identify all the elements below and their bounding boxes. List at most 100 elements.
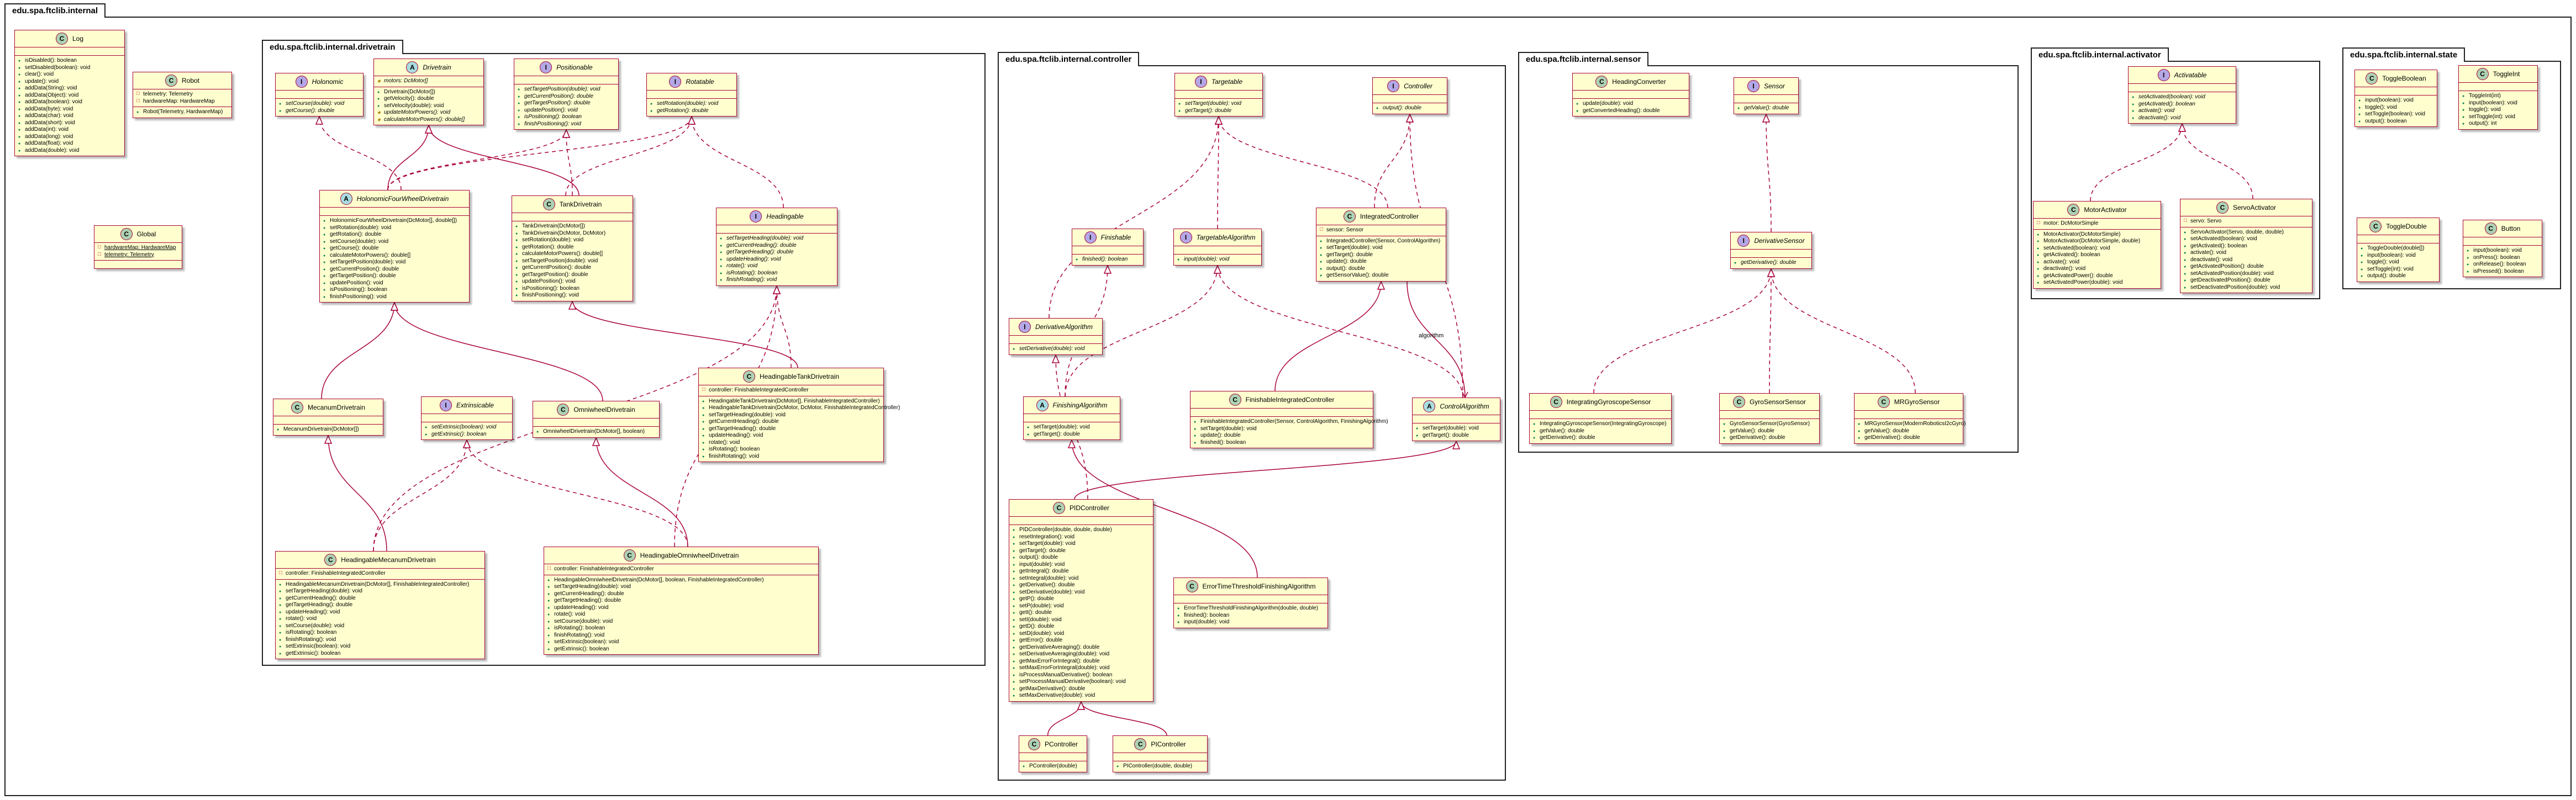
class-motor-activator: C MotorActivator motor: DcMotorSimple Motor… bbox=[2033, 201, 2161, 289]
class-derivative-algorithm: I DerivativeAlgorithm setDerivative(double… bbox=[1009, 318, 1103, 355]
interface-badge-icon: I bbox=[1737, 235, 1750, 247]
methods-section: GyroSensorSensor(GyroSensor)getValue(): … bbox=[1720, 418, 1819, 443]
method: input(double): void bbox=[1013, 561, 1150, 569]
method: output(): double bbox=[1376, 105, 1444, 112]
class-name: MRGyroSensor bbox=[1894, 398, 1940, 406]
method: output(): double bbox=[1320, 266, 1442, 273]
method: updateHeading(): void bbox=[547, 605, 815, 612]
class-badge-icon: C bbox=[2366, 72, 2378, 84]
method: setDerivative(double): void bbox=[1013, 346, 1099, 353]
methods-section: ErrorTimeThresholdFinishingAlgorithm(dou… bbox=[1174, 603, 1327, 628]
class-badge-icon: C bbox=[1186, 580, 1198, 592]
implements-edge bbox=[1219, 116, 1388, 208]
method: TankDrivetrain(DcMotor, DcMotor) bbox=[515, 230, 629, 237]
class-activatable: I Activatable setActivated(boolean): voidg… bbox=[2128, 66, 2236, 124]
field: controller: FinishableIntegratedControll… bbox=[547, 565, 815, 573]
method: rotate(): void bbox=[702, 439, 880, 447]
class-header: C TankDrivetrain bbox=[512, 196, 633, 213]
class-header: I Positionable bbox=[514, 59, 618, 76]
interface-badge-icon: I bbox=[1194, 76, 1207, 88]
field: motor: DcMotorSimple bbox=[2037, 220, 2157, 227]
method: getTarget(): double bbox=[1178, 108, 1259, 115]
class-finishable-integrated-controller: C FinishableIntegratedController Finishabl… bbox=[1190, 391, 1388, 448]
class-header: C HeadingableTankDrivetrain bbox=[699, 368, 883, 385]
method: FinishableIntegratedController(Sensor, C… bbox=[1194, 418, 1388, 426]
implements-edge bbox=[2090, 124, 2182, 202]
method: setToggle(boolean): void bbox=[2358, 111, 2433, 118]
extends-edge bbox=[429, 125, 580, 196]
method: setExtrinsic(boolean): void bbox=[425, 424, 509, 431]
class-name: IntegratedController bbox=[1360, 213, 1419, 220]
methods-section: HeadingableOmniwheelDrivetrain(DcMotor[]… bbox=[544, 574, 818, 655]
extends-edge bbox=[572, 301, 798, 368]
fields-section: hardwareMap: HardwareMaptelemetry: Telem… bbox=[94, 243, 182, 260]
implements-edge bbox=[566, 130, 573, 196]
method: setMaxDerivative(double): void bbox=[1013, 692, 1150, 700]
class-name: Drivetrain bbox=[423, 63, 451, 71]
fields-section bbox=[1734, 95, 1798, 103]
class-badge-icon: C bbox=[623, 549, 636, 561]
class-name: Finishable bbox=[1100, 234, 1131, 241]
class-name: TankDrivetrain bbox=[559, 200, 602, 208]
methods-section: setTargetPosition(double): voidgetCurren… bbox=[514, 84, 618, 129]
class-name: DerivativeAlgorithm bbox=[1035, 323, 1093, 331]
methods-section: setDerivative(double): void bbox=[1009, 343, 1102, 354]
method: getExtrinsic(): boolean bbox=[425, 431, 509, 438]
interface-badge-icon: I bbox=[2157, 69, 2170, 81]
method: output(): double bbox=[2361, 273, 2436, 280]
methods-section: IntegratedController(Sensor, ControlAlgo… bbox=[1316, 235, 1446, 281]
method: setTargetHeading(double): void bbox=[279, 588, 481, 595]
method: getError(): double bbox=[1013, 637, 1150, 644]
class-integrating-gyroscope-sensor: C IntegratingGyroscopeSensor IntegratingGy… bbox=[1529, 393, 1672, 444]
class-badge-icon: C bbox=[2216, 202, 2229, 214]
method: HeadingableMecanumDrivetrain(DcMotor[], … bbox=[279, 581, 481, 589]
method: input(boolean): void bbox=[2361, 252, 2436, 259]
method: finishRotating(): void bbox=[702, 453, 880, 460]
class-name: GyroSensorSensor bbox=[1749, 398, 1806, 406]
method: setActivated(boolean): void bbox=[2037, 245, 2157, 252]
class-badge-icon: C bbox=[1229, 394, 1241, 406]
method: finished(): boolean bbox=[1076, 256, 1140, 263]
methods-section: PController(double) bbox=[1019, 761, 1087, 772]
method: getIntegral(): double bbox=[1013, 568, 1150, 575]
fields-section bbox=[1009, 336, 1102, 343]
method: setTarget(double): void bbox=[1416, 425, 1497, 432]
fields-section bbox=[1573, 91, 1689, 98]
method: setI(double): void bbox=[1013, 617, 1150, 624]
method: updatePosition(): void bbox=[323, 280, 466, 287]
fields-section: sensor: Sensor bbox=[1316, 225, 1446, 236]
method: getSensorValue(): double bbox=[1320, 272, 1442, 279]
method: finishRotating(): void bbox=[720, 277, 834, 284]
method: setRotation(double): void bbox=[515, 237, 629, 244]
method: getTargetHeading(): double bbox=[702, 426, 880, 433]
extends-edge bbox=[387, 125, 429, 190]
class-header: C MecanumDrivetrain bbox=[273, 399, 383, 416]
method: ServoActivator(Servo, double, double) bbox=[2184, 229, 2309, 236]
method: addData(int): void bbox=[18, 126, 121, 134]
method: setD(double): void bbox=[1013, 631, 1150, 638]
class-header: C PController bbox=[1019, 736, 1087, 753]
method: MotorActivator(DcMotorSimple, double) bbox=[2037, 238, 2157, 245]
class-drivetrain: ADrivetrainmotors: DcMotor[]Drivetrain(D… bbox=[373, 59, 484, 125]
fields-section bbox=[1174, 595, 1327, 603]
methods-section: PIDController(double, double, double)res… bbox=[1009, 524, 1153, 701]
methods-section: TankDrivetrain(DcMotor[])TankDrivetrain(… bbox=[512, 221, 633, 301]
class-header: C FinishableIntegratedController bbox=[1190, 391, 1373, 409]
method: getTargetPosition(): double bbox=[518, 100, 615, 107]
class-name: Sensor bbox=[1763, 82, 1785, 90]
field: hardwareMap: HardwareMap bbox=[136, 98, 228, 105]
class-header: C Robot bbox=[133, 72, 231, 89]
extends-edge bbox=[328, 436, 387, 552]
fields-section bbox=[1072, 246, 1143, 254]
method: output(): boolean bbox=[2358, 118, 2433, 125]
class-header: C ServoActivator bbox=[2180, 199, 2312, 216]
class-name: ServoActivator bbox=[2232, 204, 2277, 211]
fields-section bbox=[1024, 414, 1120, 422]
class-name: HolonomicFourWheelDrivetrain bbox=[356, 195, 449, 203]
class-name: IntegratingGyroscopeSensor bbox=[1566, 398, 1651, 406]
method: PIController(double, double) bbox=[1116, 763, 1204, 770]
class-header: I Finishable bbox=[1072, 229, 1143, 246]
class-log: C Log isDisabled(): booleansetDisabled(boo… bbox=[14, 30, 125, 156]
methods-section: HeadingableTankDrivetrain(DcMotor[], Fin… bbox=[699, 395, 900, 462]
method: input(boolean): void bbox=[2467, 247, 2538, 255]
